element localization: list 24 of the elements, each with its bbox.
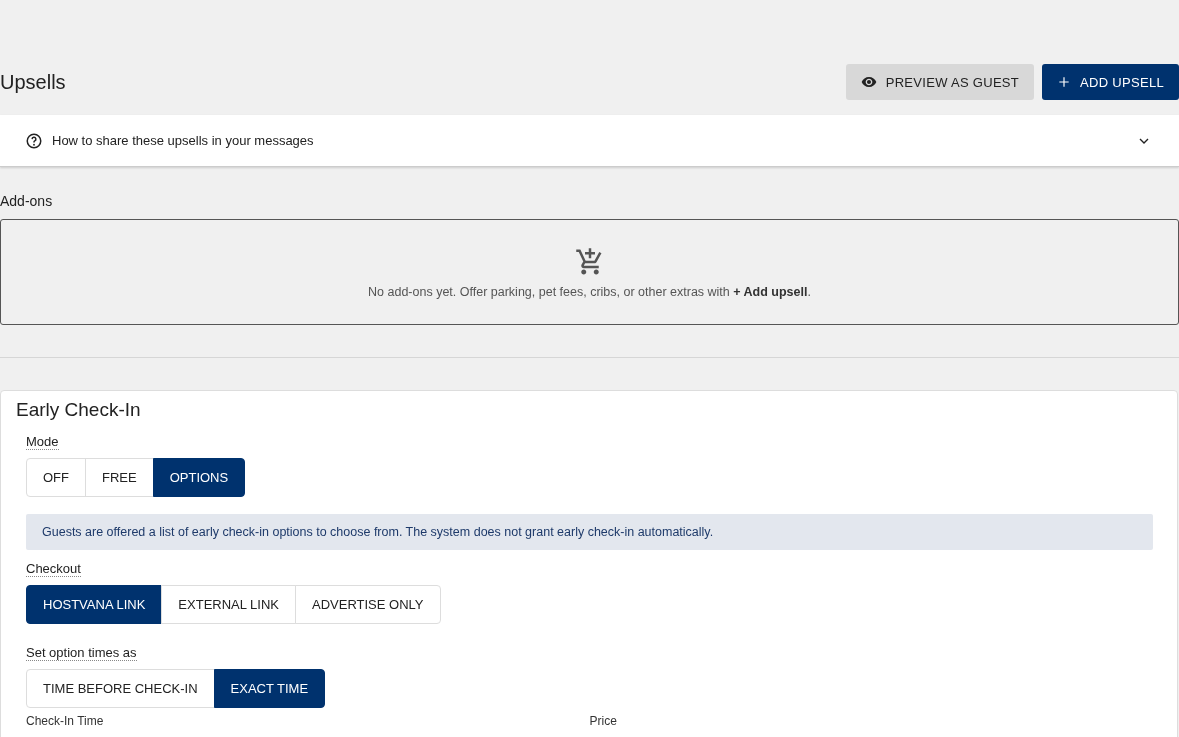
column-label: Price [589, 714, 618, 728]
toggle-option[interactable]: FREE [85, 458, 154, 497]
toggle-option[interactable]: OFF [26, 458, 86, 497]
field-label: Set option times as [26, 645, 137, 661]
section-heading: Add-ons [0, 193, 54, 209]
plus-icon [1057, 75, 1072, 89]
empty-state-text: No add-ons yet. Offer parking, pet fees, cribs, or other extras with + Add upsell. [368, 285, 811, 299]
toggle-option[interactable]: HOSTVANA LINK [26, 585, 163, 624]
toggle-option[interactable]: ADVERTISE ONLY [295, 585, 441, 624]
add-button[interactable]: ADD UPSELL [1042, 64, 1179, 100]
toggle-option[interactable]: TIME BEFORE CHECK-IN [26, 669, 215, 708]
toggle-option[interactable]: OPTIONS [152, 458, 246, 497]
toggle-option[interactable]: EXACT TIME [213, 669, 326, 708]
preview-button[interactable]: PREVIEW AS GUEST [845, 64, 1035, 100]
field-label: Mode [26, 434, 59, 450]
toggle-option[interactable]: EXTERNAL LINK [161, 585, 296, 624]
page-title: Upsells [0, 70, 66, 94]
info-banner: Guests are offered a list of early check-in options to choose from. The system does not grant early check-in automatically. [26, 514, 1153, 550]
eye-icon [860, 74, 877, 90]
column-label: Check-In Time [26, 714, 105, 728]
help-accordion[interactable]: How to share these upsells in your messages [0, 115, 1179, 167]
help-icon [25, 131, 43, 150]
field-label: Checkout [26, 561, 81, 577]
card-title: Early Check-In [16, 399, 142, 421]
